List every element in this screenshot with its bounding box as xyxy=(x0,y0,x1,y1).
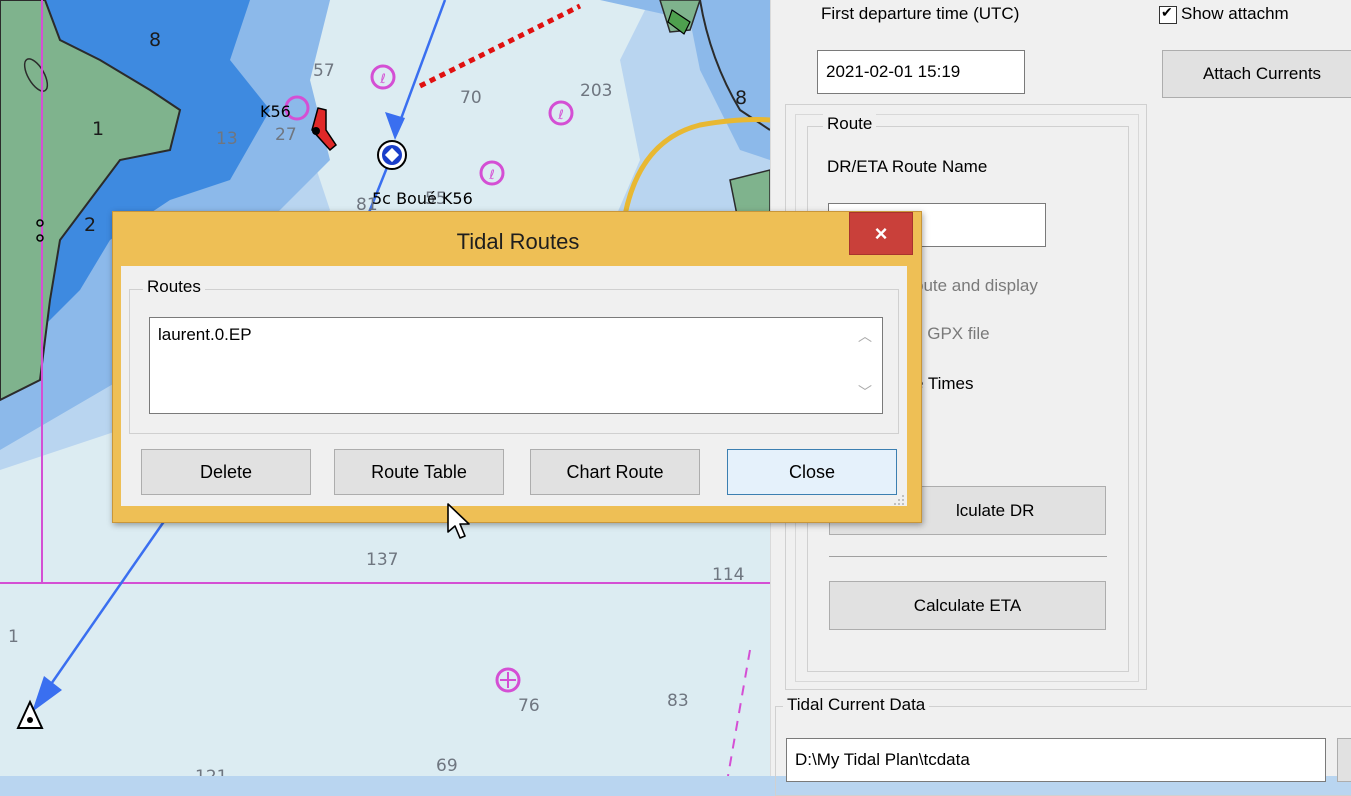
window-close-icon: × xyxy=(874,220,888,246)
resize-grip-icon[interactable] xyxy=(893,494,905,506)
window-close-button[interactable]: × xyxy=(849,212,913,255)
light-icon xyxy=(495,667,521,693)
depth-sounding: 2 xyxy=(84,214,96,236)
buoy-label-boue: 5c Boué K56 xyxy=(372,189,473,208)
route-and-display-label: oute and display xyxy=(914,276,1038,295)
dr-eta-route-name-label: DR/ETA Route Name xyxy=(827,157,988,176)
buoy-label-k56: K56 xyxy=(260,102,291,121)
close-button[interactable]: Close xyxy=(727,449,897,495)
tidal-current-path-input[interactable]: D:\My Tidal Plan\tcdata xyxy=(786,738,1326,782)
svg-text:ℓ: ℓ xyxy=(557,108,563,123)
tidal-routes-dialog: Tidal Routes × Routes laurent.0.EP ︿ ﹀ D… xyxy=(112,211,922,523)
depth-sounding: 1 xyxy=(92,118,104,140)
show-attach-checkbox[interactable]: ✔ xyxy=(1159,4,1177,24)
svg-text:ℓ: ℓ xyxy=(488,168,494,183)
depth-sounding: 69 xyxy=(436,756,458,776)
departure-time-input[interactable]: 2021-02-01 15:19 xyxy=(817,50,1025,94)
depth-sounding: 76 xyxy=(518,696,540,716)
depth-sounding: 1 xyxy=(8,627,19,647)
first-departure-label: First departure time (UTC) xyxy=(821,4,1020,23)
depth-sounding: 121 xyxy=(195,767,227,776)
scroll-up-icon[interactable]: ︿ xyxy=(858,326,872,346)
svg-text:ℓ: ℓ xyxy=(379,72,385,87)
scroll-down-icon[interactable]: ﹀ xyxy=(858,382,872,402)
delete-button[interactable]: Delete xyxy=(141,449,311,495)
route-table-button[interactable]: Route Table xyxy=(334,449,504,495)
depth-sounding: 83 xyxy=(667,691,689,711)
times-label: e Times xyxy=(914,374,974,393)
depth-sounding: 57 xyxy=(313,61,335,81)
routes-group-title: Routes xyxy=(143,277,205,297)
depth-sounding: 203 xyxy=(580,81,612,101)
depth-sounding: 13 xyxy=(216,129,238,149)
depth-sounding: 114 xyxy=(712,565,744,585)
gpx-file-label: s GPX file xyxy=(914,324,990,343)
attach-currents-button[interactable]: Attach Currents xyxy=(1162,50,1351,98)
depth-sounding: 70 xyxy=(460,88,482,108)
calculate-eta-button[interactable]: Calculate ETA xyxy=(829,581,1106,630)
show-attach-label: Show attachm xyxy=(1181,4,1289,23)
dialog-client-area: Routes laurent.0.EP ︿ ﹀ Delete Route Tab… xyxy=(121,266,907,506)
browse-button[interactable] xyxy=(1337,738,1351,782)
depth-sounding: 8 xyxy=(735,87,747,109)
mouse-cursor-icon xyxy=(447,503,470,539)
listbox-scrollbar[interactable]: ︿ ﹀ xyxy=(854,318,882,413)
routes-listbox[interactable]: laurent.0.EP ︿ ﹀ xyxy=(149,317,883,414)
dialog-title: Tidal Routes xyxy=(456,229,580,254)
depth-sounding: 8 xyxy=(149,29,161,51)
checkbox-checked-icon: ✔ xyxy=(1161,4,1173,20)
waypoint-icon[interactable] xyxy=(377,140,407,170)
list-item[interactable]: laurent.0.EP xyxy=(158,325,252,345)
depth-sounding: 27 xyxy=(275,125,297,145)
chart-route-button[interactable]: Chart Route xyxy=(530,449,700,495)
route-group-title: Route xyxy=(823,114,877,134)
separator xyxy=(829,556,1107,557)
tidal-current-group-title: Tidal Current Data xyxy=(783,695,930,715)
depth-sounding: 137 xyxy=(366,550,398,570)
